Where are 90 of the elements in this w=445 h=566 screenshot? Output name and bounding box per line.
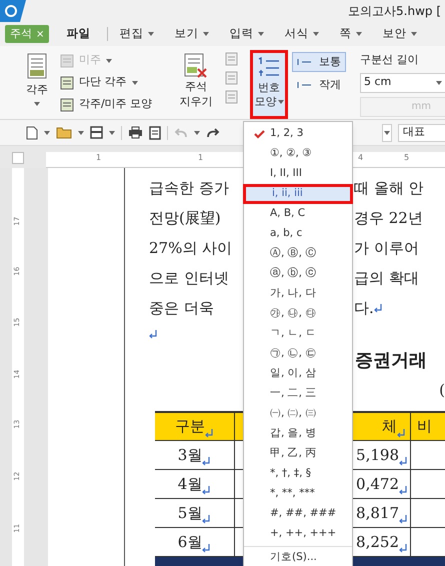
menu-tab[interactable]: 서식 [275, 25, 328, 43]
dropdown-item[interactable]: ㄱ, ㄴ, ㄷ [244, 324, 352, 344]
return-mark-icon [397, 428, 406, 438]
menu-tab[interactable]: 파일 [51, 25, 106, 43]
body-text: 급속한 증가 [149, 178, 230, 199]
dropdown-item[interactable]: a, b, c [244, 224, 352, 244]
return-mark-icon [399, 515, 408, 524]
size-option[interactable]: 보통 [292, 52, 346, 72]
dropdown-item[interactable]: 1, 2, 3 [244, 124, 352, 144]
note-icon [60, 54, 74, 68]
return-mark-icon [399, 544, 408, 554]
header-cell: 비 [411, 413, 445, 441]
caret-icon [203, 32, 210, 36]
table-cell: 3월 [155, 441, 235, 470]
app-logo-icon [0, 0, 26, 22]
return-mark-icon [202, 544, 212, 554]
dropdown-item[interactable]: Ⓐ, Ⓑ, Ⓒ [244, 244, 352, 264]
body-text: 경우 22년 [354, 208, 424, 229]
caret-icon [313, 32, 320, 36]
table-cell: 4월 [155, 470, 235, 499]
caret-icon [194, 130, 200, 134]
dropdown-item[interactable]: 일, 이, 삼 [244, 364, 352, 384]
caret-icon [278, 100, 284, 104]
preview-icon[interactable] [149, 126, 161, 140]
body-text: 중은 더욱 [149, 298, 215, 319]
dropdown-item[interactable]: 一, 二, 三 [244, 384, 352, 404]
dropdown-item[interactable]: ㉠, ㉡, ㉢ [244, 344, 352, 364]
body-text: 27%의 사이 [149, 238, 234, 259]
dropdown-item[interactable]: 가, 나, 다 [244, 284, 352, 304]
folder-icon[interactable] [56, 126, 72, 139]
note-icon [60, 98, 74, 112]
body-text: 으로 인터넷 [149, 268, 230, 289]
return-mark-icon [205, 428, 214, 438]
note-icon [60, 76, 74, 90]
dropdown-item[interactable]: i, ii, iii [243, 184, 353, 204]
size-option[interactable]: 작게 [292, 75, 346, 95]
delete-note-button[interactable]: 주석 지우기 [176, 50, 216, 119]
number-line-icon [297, 81, 311, 89]
caret-icon [258, 32, 264, 36]
body-text: 가 이루어 [354, 238, 420, 259]
return-mark-icon [202, 486, 212, 496]
caret-icon [148, 32, 154, 36]
return-mark-icon [374, 304, 383, 312]
menu-tab[interactable]: 편집 [110, 25, 164, 43]
separator-length-label: 구분선 길이 [360, 52, 420, 68]
dropdown-item[interactable]: ⓐ, ⓑ, ⓒ [244, 264, 352, 284]
caret-icon [78, 130, 84, 134]
footnote-icon [27, 53, 47, 79]
header-cell: 구분 [155, 413, 235, 441]
body-text: 다. [354, 296, 445, 320]
dropdown-item[interactable]: A, B, C [244, 204, 352, 224]
caret-icon [411, 32, 418, 36]
menu-tab[interactable]: 보안 [373, 25, 426, 43]
caret-icon [384, 130, 390, 134]
print-icon[interactable] [128, 126, 143, 139]
caret-icon [109, 130, 115, 134]
checkmark-icon [254, 130, 265, 138]
ribbon-item[interactable]: 각주/미주 모양 [60, 96, 164, 113]
caret-icon [356, 32, 362, 36]
number-line-icon [297, 58, 311, 66]
body-text: 급의 확대 [354, 268, 420, 289]
delete-note-icon [184, 53, 208, 79]
return-mark-icon [202, 457, 212, 466]
caret-icon [34, 102, 40, 106]
menu-tab[interactable]: 입력 [220, 25, 274, 43]
save-icon[interactable] [90, 126, 103, 139]
menu-tab[interactable]: 쪽 [330, 25, 372, 43]
caret-icon [106, 58, 112, 62]
number-shape-button[interactable]: 번호 모양 [250, 50, 288, 119]
unit-text: ( [439, 380, 445, 401]
style-select[interactable]: 대표 [398, 124, 445, 142]
caret-icon [436, 80, 442, 84]
new-document-icon[interactable] [26, 126, 38, 140]
body-text: 때 올해 안 [354, 178, 425, 199]
return-mark-icon [399, 457, 408, 466]
redo-icon[interactable] [206, 128, 220, 138]
body-text: 전망(展望) [149, 208, 222, 229]
dropdown-item[interactable]: ㉮, ㉯, ㉰ [244, 304, 352, 324]
menu-tab[interactable]: 보기 [165, 25, 218, 43]
return-mark-icon [399, 486, 408, 496]
length-select[interactable]: 5 cm [360, 72, 445, 92]
dropdown-button[interactable] [382, 124, 392, 142]
footnote-button[interactable]: 각주 [22, 50, 52, 119]
caret-icon [44, 130, 50, 134]
window-title: 모의고사5.hwp [ [348, 3, 442, 20]
table-cell: 5월 [155, 499, 235, 528]
caret-icon [132, 80, 138, 84]
ribbon-item[interactable]: 다단 각주 [60, 74, 164, 91]
table-title: 증권거래 [355, 348, 427, 372]
return-mark-icon [202, 515, 212, 524]
